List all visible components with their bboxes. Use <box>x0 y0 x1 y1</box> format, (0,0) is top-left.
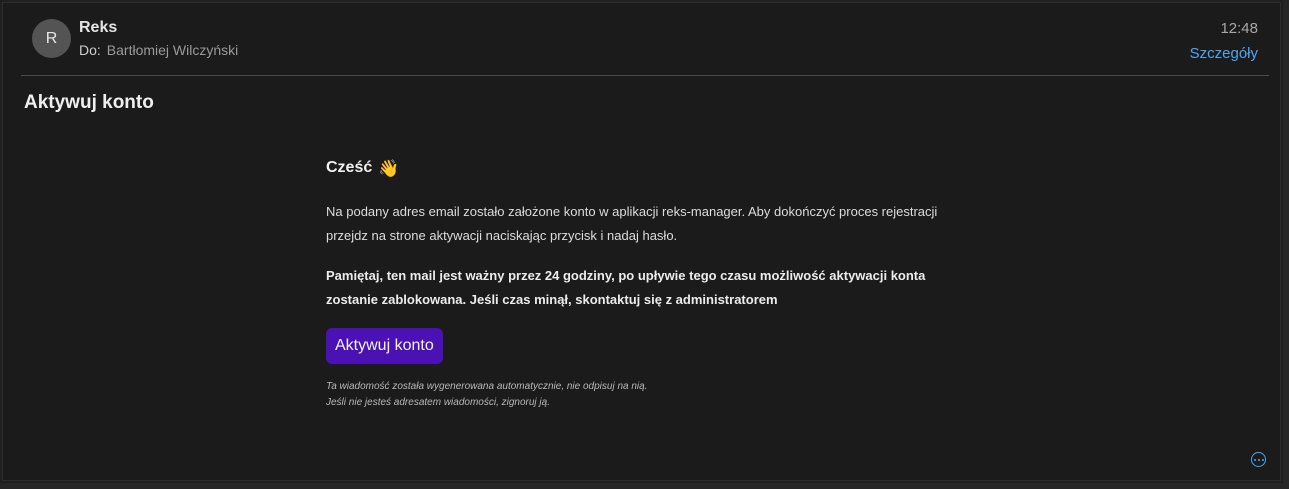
recipient-name[interactable]: Bartłomiej Wilczyński <box>107 42 238 58</box>
activate-account-button[interactable]: Aktywuj konto <box>326 328 443 364</box>
avatar-initial: R <box>45 29 58 47</box>
details-link[interactable]: Szczegóły <box>1190 45 1258 62</box>
bottom-edge <box>0 483 1289 489</box>
footer-note: Ta wiadomość została wygenerowana automa… <box>326 379 986 411</box>
message-time: 12:48 <box>1220 20 1258 37</box>
sender-name: Reks <box>79 19 118 36</box>
message-view: R Reks Do: Bartłomiej Wilczyński 12:48 Sz… <box>2 2 1281 481</box>
greeting-text: Cześć <box>326 159 373 176</box>
expiry-warning: Pamiętaj, ten mail jest ważny przez 24 g… <box>326 268 926 307</box>
footer-line-auto: Ta wiadomość została wygenerowana automa… <box>326 381 648 392</box>
header-divider <box>21 75 1269 76</box>
more-options-icon[interactable] <box>1251 452 1266 467</box>
recipient-prefix: Do: <box>79 42 101 58</box>
waving-hand-icon: 👋 <box>378 158 400 178</box>
message-subject: Aktywuj konto <box>24 92 154 113</box>
avatar: R <box>32 19 71 58</box>
activation-paragraph: Na podany adres email zostało założone k… <box>326 204 938 243</box>
greeting: Cześć 👋 <box>326 155 986 181</box>
email-body: Cześć 👋 Na podany adres email zostało za… <box>326 155 986 411</box>
footer-line-ignore: Jeśli nie jesteś adresatem wiadomości, z… <box>326 397 550 408</box>
scrollbar-track[interactable] <box>1283 0 1289 489</box>
recipient-line: Do: Bartłomiej Wilczyński <box>79 42 238 58</box>
